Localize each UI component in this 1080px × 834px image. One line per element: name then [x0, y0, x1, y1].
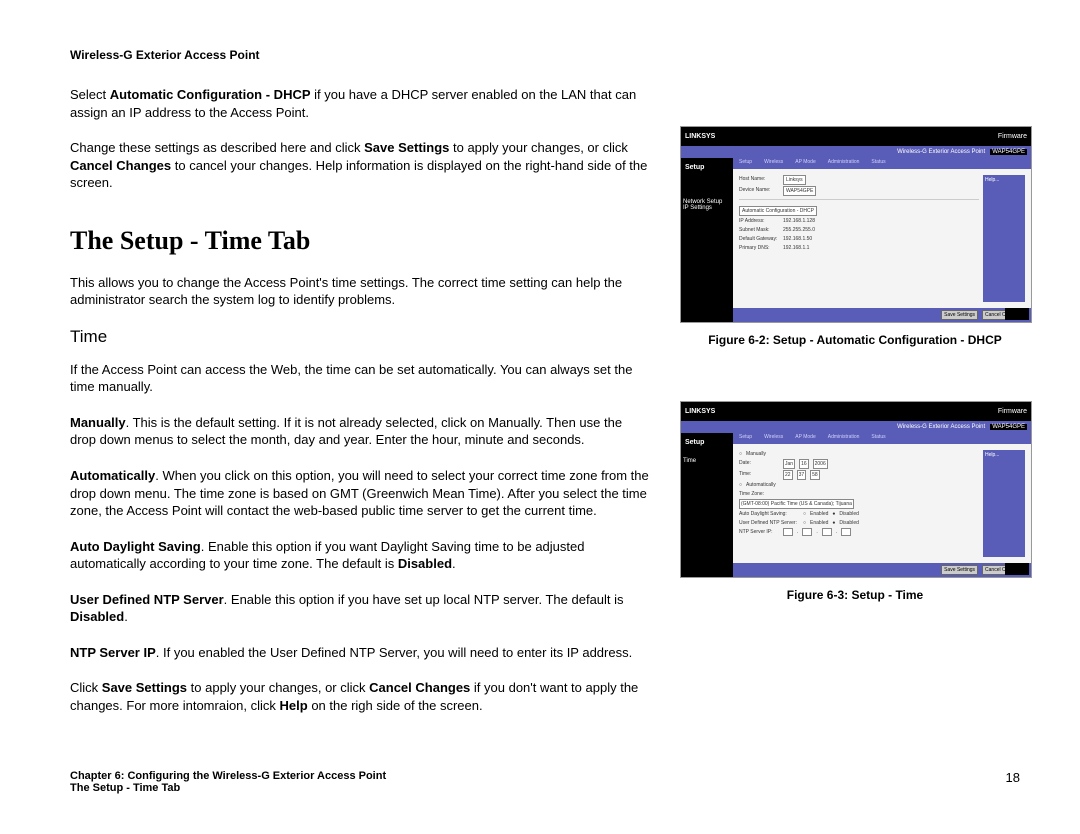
firmware-text: Firmware [998, 133, 1027, 140]
text-bold: Disabled [398, 556, 452, 571]
linksys-logo: LINKSYS [685, 408, 715, 415]
side-ip-settings: IP Settings [683, 205, 731, 211]
text: to apply your changes, or click [187, 680, 369, 695]
form-time: ○ Manually Date: Jan 16 2006 Time: 22 37 [739, 450, 979, 557]
text-bold: NTP Server IP [70, 645, 156, 660]
screenshot-dhcp: LINKSYS Firmware Wireless-G Exterior Acc… [680, 126, 1032, 323]
figure-6-3-caption: Figure 6-3: Setup - Time [680, 588, 1030, 602]
firmware-text: Firmware [998, 408, 1027, 415]
tab-setup: Setup [733, 433, 758, 444]
paragraph-save-cancel: Change these settings as described here … [70, 139, 650, 192]
save-button: Save Settings [941, 565, 978, 575]
screenshot-time: LINKSYS Firmware Wireless-G Exterior Acc… [680, 401, 1032, 578]
text-bold: Auto Daylight Saving [70, 539, 201, 554]
tab-bar: Setup Wireless AP Mode Administration St… [733, 433, 1031, 444]
text: . This is the default setting. If it is … [70, 415, 622, 448]
footer-section: The Setup - Time Tab [70, 782, 1020, 794]
figure-6-3: LINKSYS Firmware Wireless-G Exterior Acc… [680, 401, 1032, 602]
heading-setup-time-tab: The Setup - Time Tab [70, 226, 650, 256]
side-time: Time [683, 458, 731, 464]
help-panel: Help... [983, 450, 1025, 557]
tab-status: Status [865, 158, 891, 169]
tab-bar: Setup Wireless AP Mode Administration St… [733, 158, 1031, 169]
paragraph-ntp-ip: NTP Server IP. If you enabled the User D… [70, 644, 650, 662]
cisco-logo-icon [1005, 563, 1029, 575]
tab-wireless: Wireless [758, 158, 789, 169]
linksys-logo: LINKSYS [685, 133, 715, 140]
text: Change these settings as described here … [70, 140, 364, 155]
text: . Enable this option if you have set up … [224, 592, 624, 607]
text: on the righ side of the screen. [308, 698, 483, 713]
text: . If you enabled the User Defined NTP Se… [156, 645, 632, 660]
text-bold: Cancel Changes [369, 680, 470, 695]
text-bold: Save Settings [102, 680, 187, 695]
paragraph-automatically: Automatically. When you click on this op… [70, 467, 650, 520]
paragraph-dhcp: Select Automatic Configuration - DHCP if… [70, 86, 650, 121]
text: . [124, 609, 128, 624]
text: . When you click on this option, you wil… [70, 468, 649, 518]
tab-admin: Administration [822, 158, 866, 169]
model-badge: WAP54GPE [990, 149, 1027, 155]
paragraph-apply: Click Save Settings to apply your change… [70, 679, 650, 714]
text-bold: User Defined NTP Server [70, 592, 224, 607]
nav-setup: Setup [683, 437, 731, 448]
tab-apmode: AP Mode [789, 158, 821, 169]
product-title: Wireless-G Exterior Access Point [897, 424, 985, 430]
text-bold: Manually [70, 415, 126, 430]
text-bold: Cancel Changes [70, 158, 171, 173]
page-footer: Chapter 6: Configuring the Wireless-G Ex… [70, 770, 1020, 794]
text: . [452, 556, 456, 571]
document-header: Wireless-G Exterior Access Point [70, 48, 1020, 62]
paragraph-time-intro: If the Access Point can access the Web, … [70, 361, 650, 396]
save-button: Save Settings [941, 310, 978, 320]
cisco-logo-icon [1005, 308, 1029, 320]
tab-setup: Setup [733, 158, 758, 169]
help-panel: Help... [983, 175, 1025, 302]
nav-sidebar: Setup Time [681, 433, 733, 577]
text-bold: Automatic Configuration - DHCP [110, 87, 311, 102]
paragraph-manually: Manually. This is the default setting. I… [70, 414, 650, 449]
model-badge: WAP54GPE [990, 424, 1027, 430]
text: Select [70, 87, 110, 102]
paragraph-auto-dst: Auto Daylight Saving. Enable this option… [70, 538, 650, 573]
form-dhcp: Host Name:Linksys Device Name:WAP54GPE A… [739, 175, 979, 302]
main-text-column: Select Automatic Configuration - DHCP if… [70, 86, 650, 732]
subheading-time: Time [70, 327, 650, 347]
text-bold: Automatically [70, 468, 155, 483]
product-title: Wireless-G Exterior Access Point [897, 149, 985, 155]
text-bold: Disabled [70, 609, 124, 624]
tab-status: Status [865, 433, 891, 444]
text-bold: Save Settings [364, 140, 449, 155]
figure-6-2: LINKSYS Firmware Wireless-G Exterior Acc… [680, 126, 1032, 347]
footer-chapter: Chapter 6: Configuring the Wireless-G Ex… [70, 770, 1020, 782]
figures-column: LINKSYS Firmware Wireless-G Exterior Acc… [680, 86, 1032, 732]
figure-6-2-caption: Figure 6-2: Setup - Automatic Configurat… [680, 333, 1030, 347]
page-number: 18 [1006, 770, 1020, 785]
tab-admin: Administration [822, 433, 866, 444]
tab-apmode: AP Mode [789, 433, 821, 444]
text-bold: Help [280, 698, 308, 713]
text: to apply your changes, or click [449, 140, 627, 155]
tab-wireless: Wireless [758, 433, 789, 444]
paragraph-intro: This allows you to change the Access Poi… [70, 274, 650, 309]
text: Click [70, 680, 102, 695]
nav-sidebar: Setup Network Setup IP Settings [681, 158, 733, 322]
nav-setup: Setup [683, 162, 731, 173]
paragraph-ntp-server: User Defined NTP Server. Enable this opt… [70, 591, 650, 626]
